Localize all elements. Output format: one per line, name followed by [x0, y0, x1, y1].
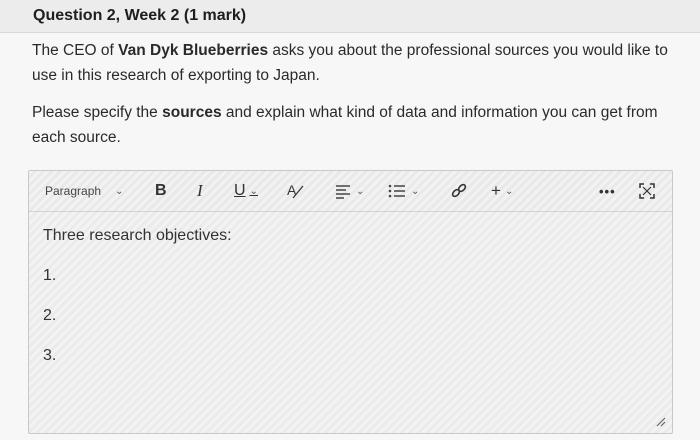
align-icon: [336, 185, 350, 199]
editor-heading: Three research objectives:: [43, 227, 232, 244]
chevron-down-icon: ⌄: [356, 185, 365, 197]
chevron-down-icon: ⌄: [504, 185, 514, 197]
plus-icon: +: [491, 181, 501, 200]
list-icon: [388, 184, 405, 198]
question-prompt-2: Please specify the sources and explain w…: [32, 104, 658, 146]
editor-toolbar: Paragraph ⌄ B I U ⌄ A ⌄ ⌄ + ⌄ •••: [29, 171, 672, 212]
question-header: Question 2, Week 2 (1 mark): [0, 0, 700, 33]
more-icon: •••: [599, 183, 616, 199]
rich-text-editor[interactable]: Paragraph ⌄ B I U ⌄ A ⌄ ⌄ + ⌄ ••• Three …: [28, 170, 673, 434]
link-button[interactable]: [449, 180, 469, 202]
fullscreen-button[interactable]: [638, 180, 656, 202]
chevron-down-icon: ⌄: [115, 185, 124, 197]
question-prompt-1: The CEO of Van Dyk Blueberries asks you …: [32, 42, 668, 84]
list-item: 1.: [43, 267, 57, 284]
question-title: Question 2, Week 2 (1 mark): [33, 7, 247, 24]
text-color-icon: A: [287, 182, 304, 199]
sources-emphasis: sources: [162, 104, 222, 121]
more-options-button[interactable]: •••: [599, 180, 616, 202]
company-name: Van Dyk Blueberries: [118, 42, 269, 59]
text-color-button[interactable]: A: [285, 180, 305, 202]
chevron-down-icon: ⌄: [411, 185, 420, 197]
fullscreen-icon: [639, 183, 655, 199]
insert-dropdown[interactable]: + ⌄: [491, 180, 513, 202]
list-item: 3.: [43, 347, 57, 364]
align-dropdown[interactable]: ⌄: [334, 180, 364, 202]
list-dropdown[interactable]: ⌄: [387, 180, 419, 202]
underline-button[interactable]: U ⌄: [234, 180, 258, 202]
italic-button[interactable]: I: [197, 180, 203, 202]
list-item: 2.: [43, 307, 57, 324]
resize-handle-icon[interactable]: [654, 415, 666, 427]
link-icon: [451, 183, 467, 198]
chevron-down-icon: ⌄: [249, 185, 258, 197]
paragraph-style-dropdown[interactable]: Paragraph ⌄: [45, 180, 123, 202]
bold-button[interactable]: B: [155, 180, 167, 202]
